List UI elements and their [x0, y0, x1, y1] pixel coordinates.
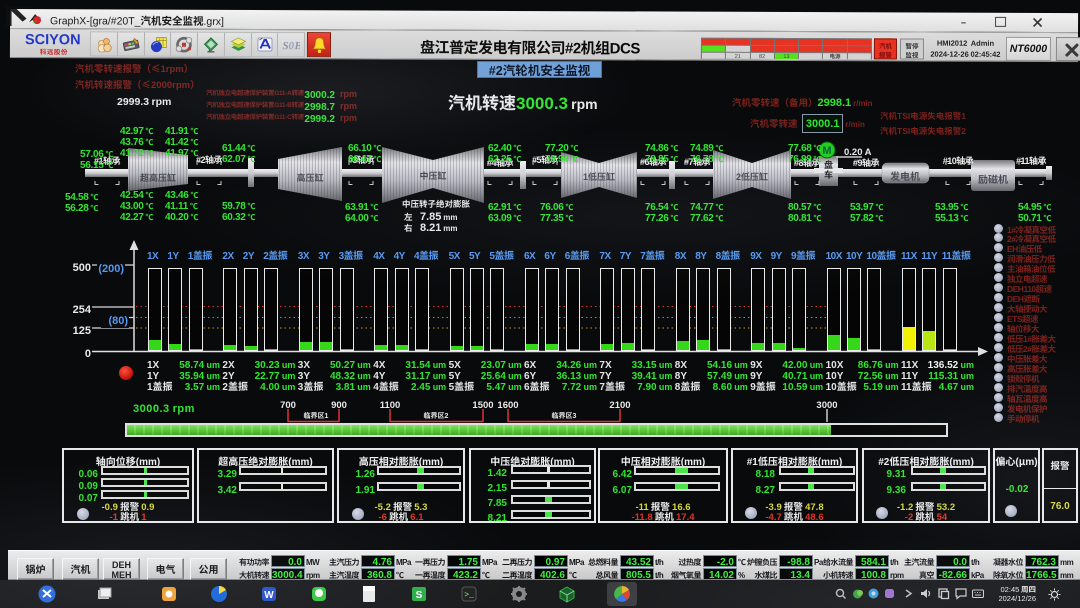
- svg-text:S: S: [416, 590, 423, 601]
- svg-text:>_: >_: [464, 591, 474, 600]
- svg-text:W: W: [264, 590, 274, 601]
